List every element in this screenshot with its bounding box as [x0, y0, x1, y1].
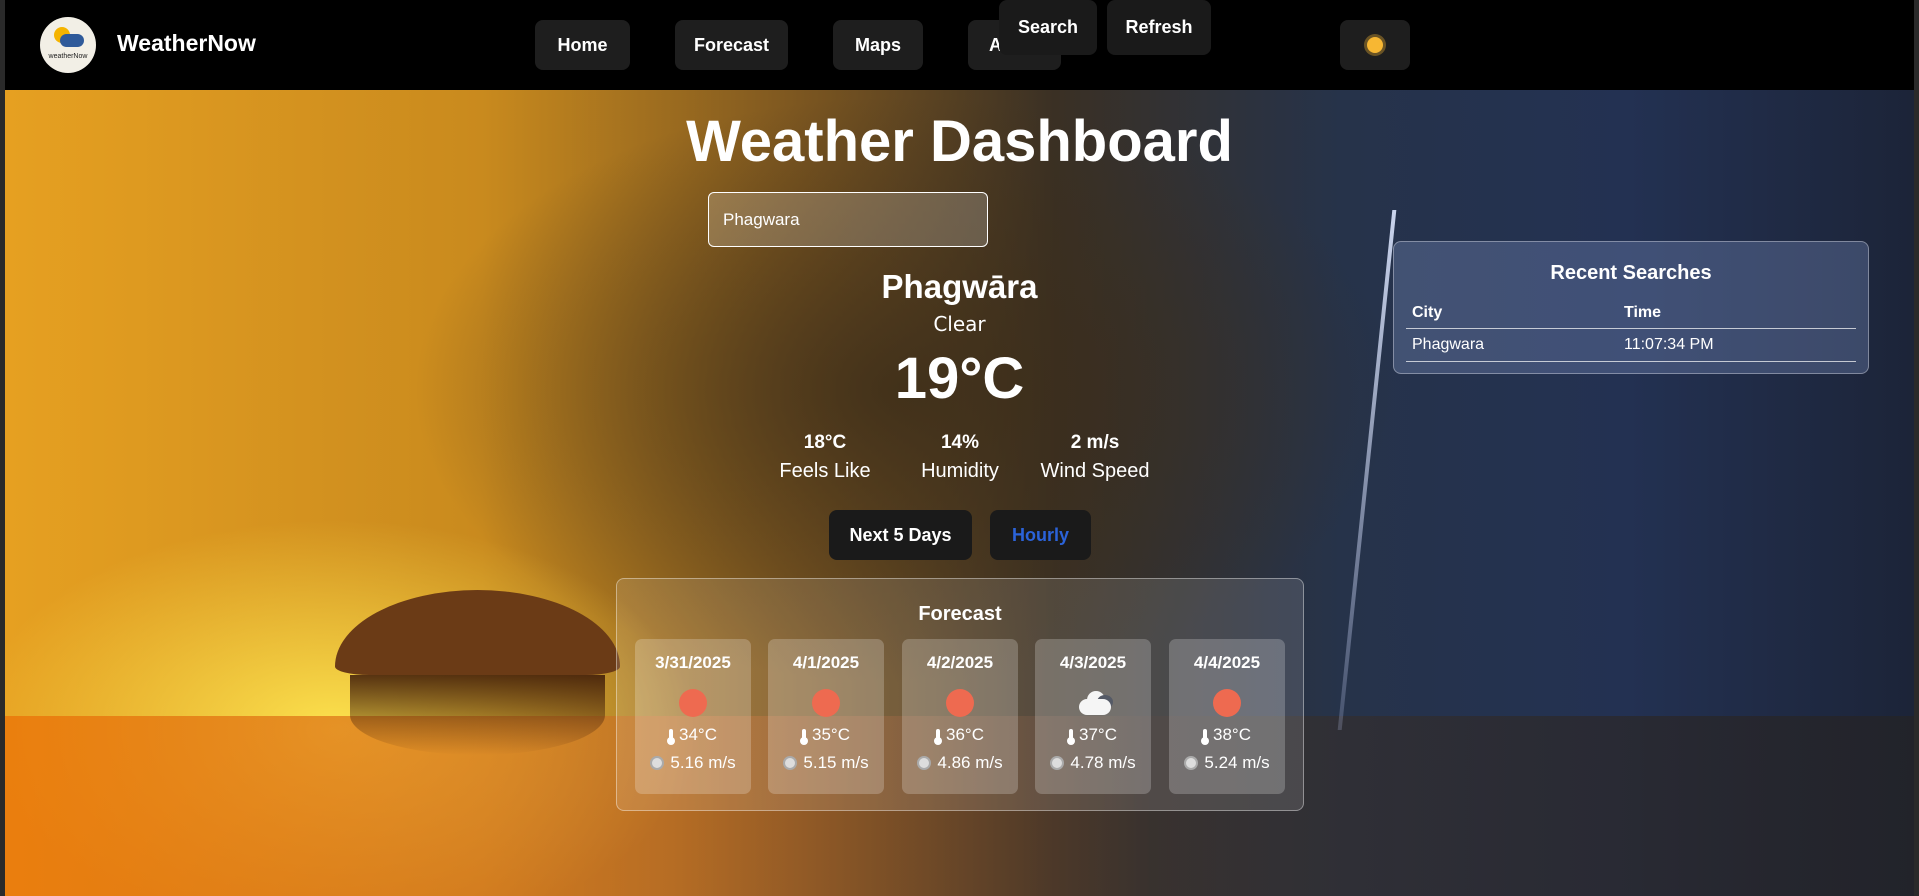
forecast-date: 4/3/2025	[1059, 653, 1127, 672]
sun-icon	[812, 689, 840, 717]
table-row[interactable]: Phagwara 11:07:34 PM	[1406, 328, 1856, 362]
recent-searches-title: Recent Searches	[1550, 262, 1712, 284]
column-header-city: City	[1406, 298, 1618, 329]
stat-wind-speed: 2 m/s Wind Speed	[1015, 432, 1175, 483]
forecast-temp: 38°C	[1213, 725, 1251, 744]
recent-searches-panel: Recent Searches City Time Phagwara 11:07…	[1393, 241, 1869, 374]
stat-value: 2 m/s	[1070, 432, 1120, 453]
thermometer-icon	[800, 728, 808, 745]
forecast-card: 4/3/2025 37°C 4.78 m/s	[1035, 639, 1151, 794]
nav-home[interactable]: Home	[535, 20, 630, 70]
forecast-card: 4/2/2025 36°C 4.86 m/s	[902, 639, 1018, 794]
cloud-icon	[1079, 689, 1113, 717]
forecast-temp: 35°C	[812, 725, 850, 744]
sun-icon	[1213, 689, 1241, 717]
forecast-date: 4/4/2025	[1193, 653, 1261, 672]
wind-icon	[1184, 756, 1199, 770]
nav-maps[interactable]: Maps	[833, 20, 923, 70]
stat-label: Wind Speed	[1040, 460, 1150, 482]
recent-searches-table: City Time Phagwara 11:07:34 PM	[1406, 298, 1856, 362]
tab-next-5-days[interactable]: Next 5 Days	[829, 510, 972, 560]
search-button[interactable]: Search	[999, 0, 1097, 55]
theme-toggle-button[interactable]	[1340, 20, 1410, 70]
recent-time: 11:07:34 PM	[1618, 328, 1856, 362]
tab-hourly[interactable]: Hourly	[990, 510, 1091, 560]
forecast-panel: Forecast 3/31/2025 34°C 5.16 m/s 4/1/202…	[616, 578, 1304, 811]
sun-icon	[679, 689, 707, 717]
wind-icon	[1050, 756, 1065, 770]
sun-icon	[1367, 37, 1383, 53]
thermometer-icon	[667, 728, 675, 745]
forecast-date: 4/1/2025	[792, 653, 860, 672]
forecast-title: Forecast	[918, 603, 1002, 625]
logo-cloud-icon	[60, 34, 84, 47]
forecast-wind: 5.15 m/s	[803, 753, 869, 772]
forecast-temp: 34°C	[679, 725, 717, 744]
navbar: weatherNow WeatherNow Home Forecast Maps…	[5, 0, 1914, 90]
brand-name[interactable]: WeatherNow	[117, 30, 256, 57]
island	[335, 590, 620, 675]
thermometer-icon	[934, 728, 942, 745]
forecast-card: 4/4/2025 38°C 5.24 m/s	[1169, 639, 1285, 794]
wind-icon	[783, 756, 798, 770]
forecast-date: 4/2/2025	[926, 653, 994, 672]
forecast-temp: 36°C	[946, 725, 984, 744]
page-title: Weather Dashboard	[686, 109, 1233, 174]
recent-city[interactable]: Phagwara	[1406, 328, 1618, 362]
forecast-wind: 4.86 m/s	[937, 753, 1003, 772]
search-input[interactable]	[708, 192, 988, 247]
forecast-wind: 4.78 m/s	[1070, 753, 1136, 772]
logo-text: weatherNow	[48, 53, 88, 60]
island-reflection	[350, 675, 605, 755]
forecast-card: 3/31/2025 34°C 5.16 m/s	[635, 639, 751, 794]
forecast-card: 4/1/2025 35°C 5.15 m/s	[768, 639, 884, 794]
nav-forecast[interactable]: Forecast	[675, 20, 788, 70]
forecast-wind: 5.24 m/s	[1204, 753, 1270, 772]
forecast-date: 3/31/2025	[655, 653, 731, 672]
column-header-time: Time	[1618, 298, 1856, 329]
refresh-button[interactable]: Refresh	[1107, 0, 1211, 55]
thermometer-icon	[1067, 728, 1075, 745]
forecast-wind: 5.16 m/s	[670, 753, 736, 772]
forecast-temp: 37°C	[1079, 725, 1117, 744]
sun-icon	[946, 689, 974, 717]
thermometer-icon	[1201, 728, 1209, 745]
logo[interactable]: weatherNow	[40, 17, 96, 73]
wind-icon	[917, 756, 932, 770]
wind-icon	[650, 756, 665, 770]
